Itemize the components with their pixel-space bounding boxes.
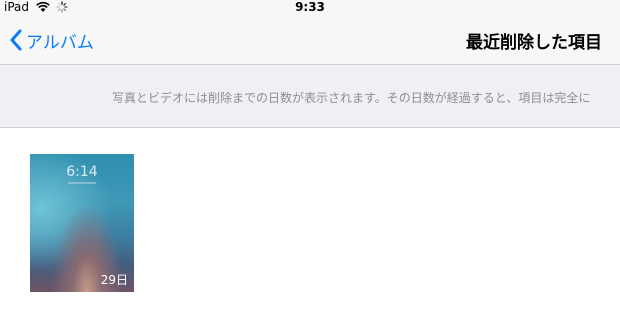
thumbnail-date-line xyxy=(68,182,96,184)
page-title: 最近削除した項目 xyxy=(466,33,602,53)
info-banner-text: 写真とビデオには削除までの日数が表示されます。その日数が経過すると、項目は完全に xyxy=(112,91,591,105)
days-remaining-label: 29日 xyxy=(100,273,128,287)
status-bar: iPad 9:33 xyxy=(0,0,620,14)
deleted-photo-thumbnail[interactable]: 6:14 29日 xyxy=(30,154,134,292)
thumbnail-lock-time: 6:14 xyxy=(66,164,98,180)
clock-time: 9:33 xyxy=(295,0,325,14)
back-button-label: アルバム xyxy=(26,32,94,53)
navigation-bar: アルバム 最近削除した項目 xyxy=(0,14,620,64)
chevron-left-icon xyxy=(10,29,22,51)
back-button[interactable]: アルバム xyxy=(10,28,94,53)
info-banner: 写真とビデオには削除までの日数が表示されます。その日数が経過すると、項目は完全に xyxy=(0,64,620,128)
